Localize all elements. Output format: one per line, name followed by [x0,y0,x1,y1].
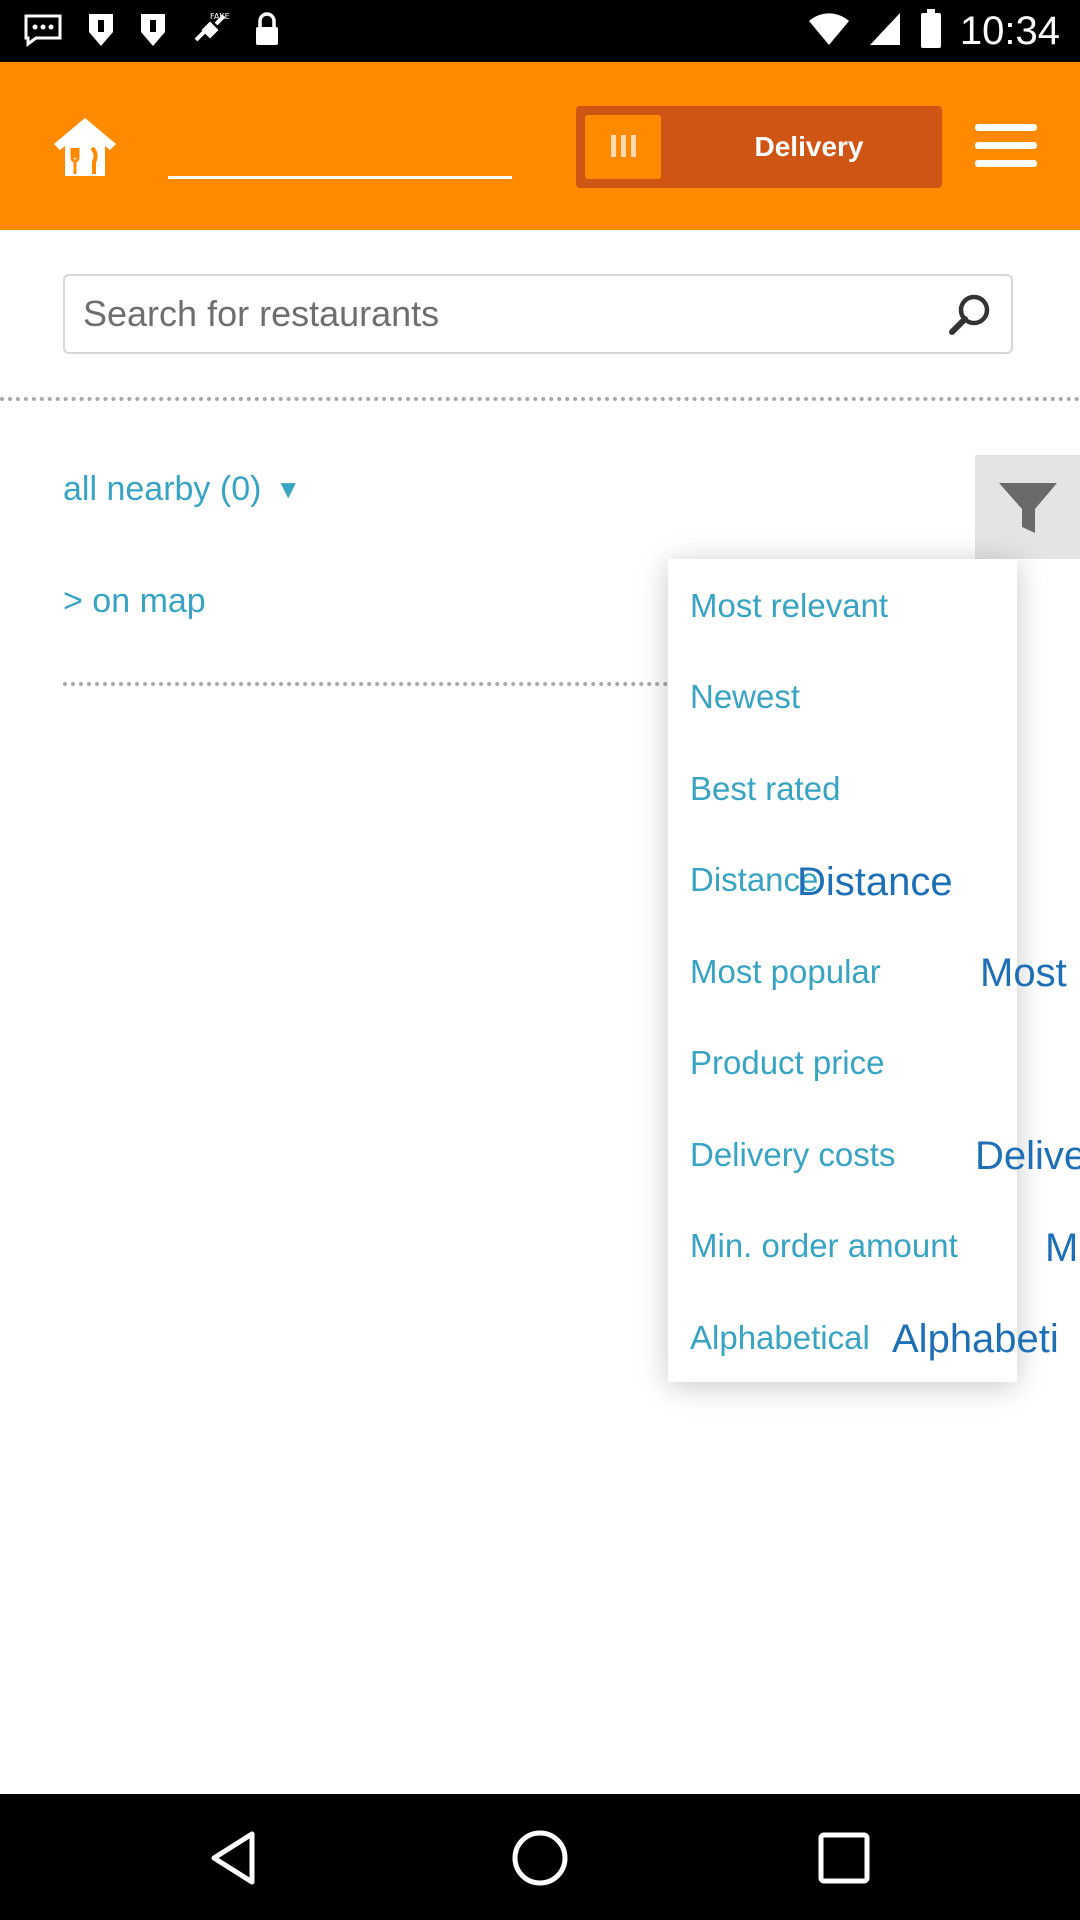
divider [0,397,1080,401]
search-icon[interactable] [947,292,993,338]
on-map-link[interactable]: > on map [63,582,206,621]
hamburger-icon[interactable] [975,124,1037,174]
svg-text:FAKE: FAKE [210,12,230,21]
overlay-label: M [1045,1226,1079,1270]
message-icon [22,13,64,52]
delivery-mode-toggle[interactable]: Delivery [576,106,942,188]
nearby-dropdown[interactable]: all nearby (0) ▼ [63,470,301,509]
delivery-label[interactable]: Delivery [676,106,942,188]
address-field[interactable] [168,176,512,179]
recents-icon[interactable] [814,1828,874,1888]
sort-option-distance[interactable]: Distance [690,850,818,910]
sort-option-newest[interactable]: Newest [690,667,800,727]
navigation-bar [0,1794,1080,1920]
filter-button[interactable] [975,455,1080,559]
notification-icon [86,12,116,53]
sort-option-alphabetical[interactable]: Alphabetical [690,1308,870,1368]
funnel-icon [999,483,1057,533]
notification-icon [138,12,168,53]
sort-option-delivery-costs[interactable]: Delivery costs [690,1125,895,1185]
home-circle-icon[interactable] [510,1828,570,1888]
clock: 10:34 [959,9,1060,53]
nearby-label: all nearby (0) [63,470,262,508]
divider [63,682,668,686]
sort-option-best-rated[interactable]: Best rated [690,759,840,819]
wifi-icon [808,11,850,52]
fake-gps-icon: FAKE [190,10,230,55]
app-bar: Delivery [0,62,1080,230]
restaurant-home-icon[interactable] [50,114,120,184]
sort-option-product-price[interactable]: Product price [690,1033,884,1093]
sort-menu: Most relevant Newest Best rated Distance… [668,559,1017,1382]
search-box [63,274,1013,354]
sort-option-most-popular[interactable]: Most popular [690,942,881,1002]
status-bar: FAKE 10:34 [0,0,1080,62]
dropdown-arrow-icon: ▼ [275,474,302,504]
search-input[interactable] [83,276,883,352]
sort-option-min-order-amount[interactable]: Min. order amount [690,1216,958,1276]
battery-icon [920,8,942,54]
back-icon[interactable] [206,1828,266,1888]
lock-icon [252,11,282,54]
signal-icon [868,11,902,52]
sort-option-most-relevant[interactable]: Most relevant [690,576,888,636]
grid-icon[interactable] [585,115,661,179]
